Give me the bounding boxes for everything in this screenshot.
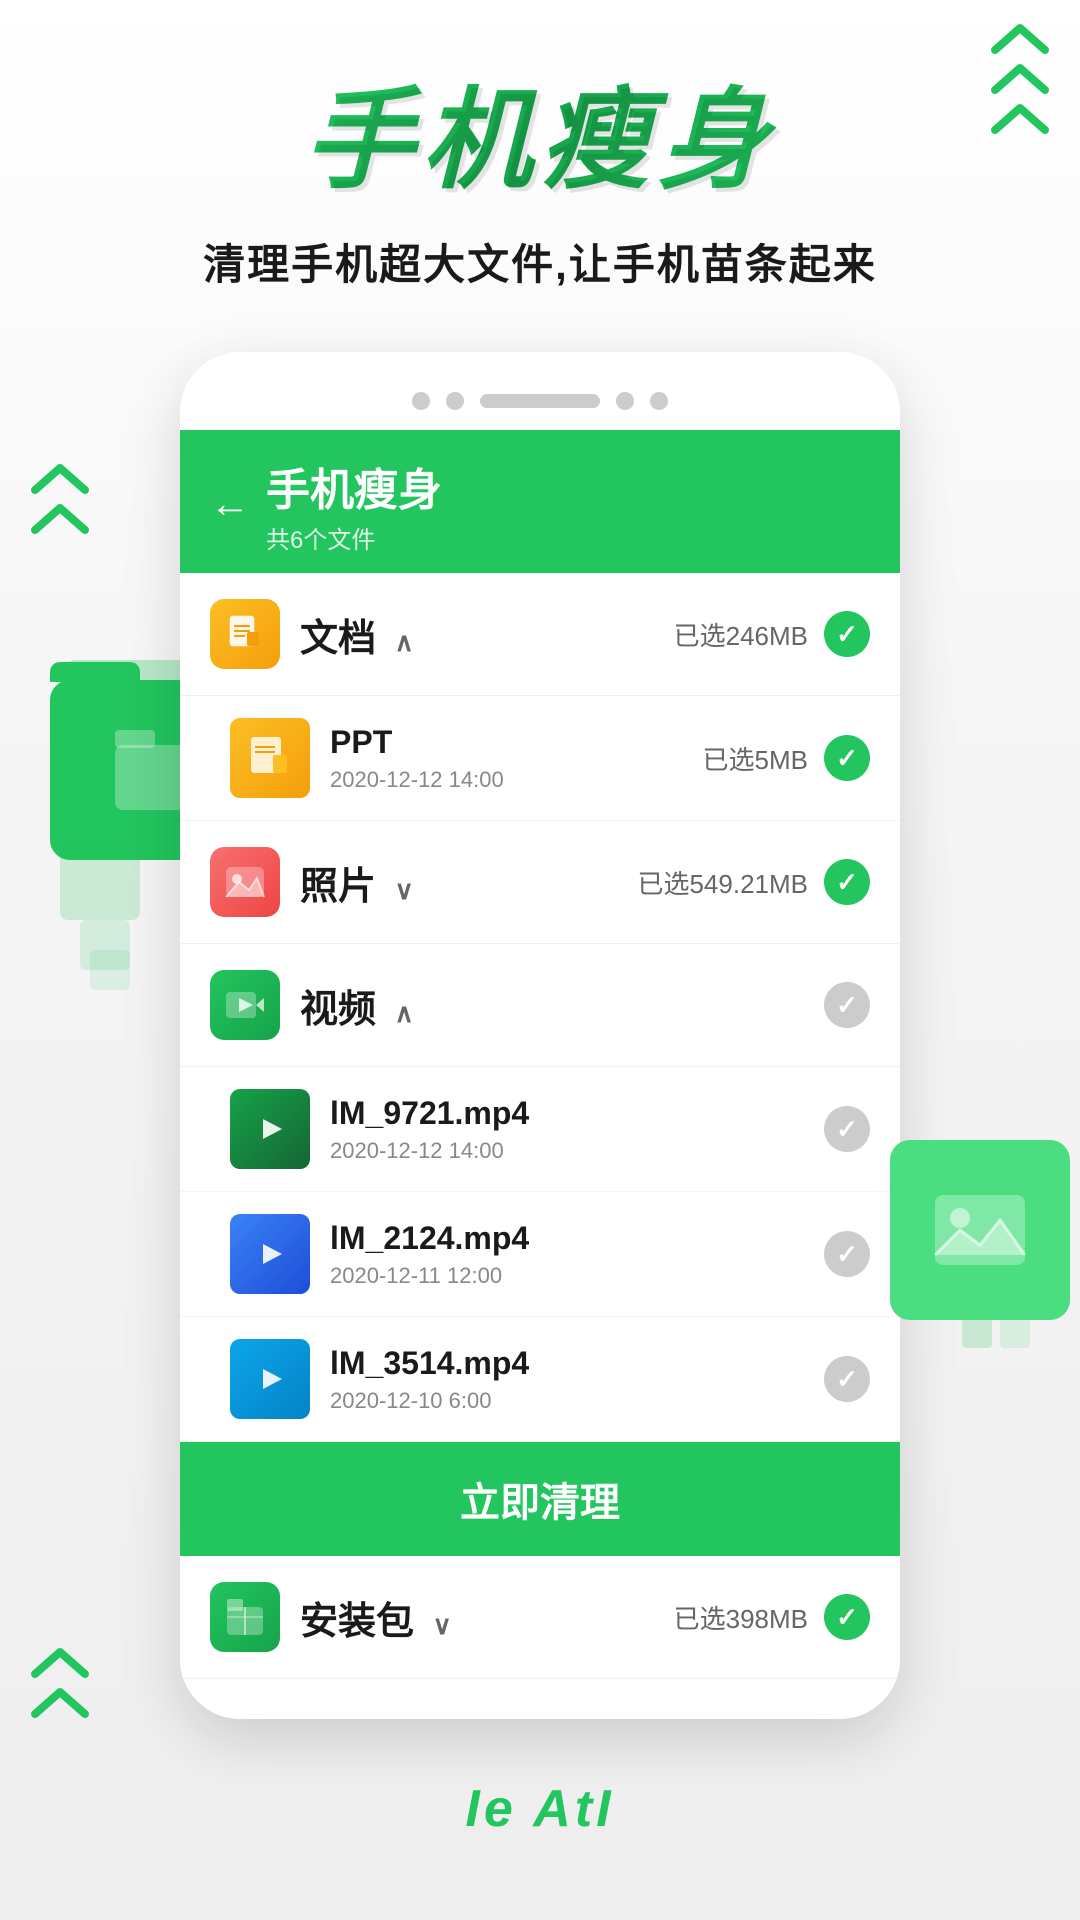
photos-size: 已选549.21MB [637,864,808,901]
deco-square-3 [90,950,130,990]
title-section: 手机瘦身 清理手机超大文件,让手机苗条起来 [0,0,1080,292]
docs-size: 已选246MB [674,616,808,653]
phone-dot-2 [446,392,464,410]
video3-name: lM_3514.mp4 [330,1345,824,1382]
clean-button[interactable]: 立即清理 [180,1442,900,1556]
category-photos[interactable]: 照片 ∨ 已选549.21MB ✓ [180,821,900,944]
phone-mockup: ← 手机瘦身 共6个文件 文档 ∧ 已选246 [180,352,900,1719]
phone-dot-1 [412,392,430,410]
ppt-date: 2020-12-12 14:00 [330,767,703,793]
file-video3[interactable]: lM_3514.mp4 2020-12-10 6:00 ✓ [180,1317,900,1442]
packages-category-name: 安装包 ∨ [300,1590,674,1645]
back-button[interactable]: ← [210,482,250,527]
deco-chevrons-left-bottom [30,1644,90,1720]
bottom-text-section: Ie AtI [0,1719,1080,1919]
packages-chevron: ∨ [433,1610,452,1640]
video1-date: 2020-12-12 14:00 [330,1138,824,1164]
ppt-name: PPT [330,724,703,761]
photos-check[interactable]: ✓ [824,859,870,905]
header-subtitle: 共6个文件 [266,520,442,555]
header-title: 手机瘦身 [266,454,442,518]
category-videos[interactable]: 视频 ∧ ✓ [180,944,900,1067]
category-packages[interactable]: 安装包 ∨ 已选398MB ✓ [180,1556,900,1679]
app-header: ← 手机瘦身 共6个文件 [180,430,900,573]
subtitle: 清理手机超大文件,让手机苗条起来 [0,231,1080,292]
ppt-info: PPT 2020-12-12 14:00 [330,724,703,793]
video2-name: lM_2124.mp4 [330,1220,824,1257]
main-title: 手机瘦身 [304,80,776,201]
deco-square-1 [60,840,140,920]
file-list: 文档 ∧ 已选246MB ✓ PPT 2020-12-12 14:00 [180,573,900,1679]
videos-chevron: ∧ [395,998,414,1028]
photos-chevron: ∨ [395,875,414,905]
docs-check[interactable]: ✓ [824,611,870,657]
file-ppt[interactable]: PPT 2020-12-12 14:00 已选5MB ✓ [180,696,900,821]
phone-dot-4 [650,392,668,410]
photo-category-icon [210,847,280,917]
category-docs[interactable]: 文档 ∧ 已选246MB ✓ [180,573,900,696]
bottom-text: Ie AtI [80,1779,1000,1839]
video-category-icon [210,970,280,1040]
packages-check[interactable]: ✓ [824,1594,870,1640]
phone-speaker [480,394,600,408]
file-video1[interactable]: lM_9721.mp4 2020-12-12 14:00 ✓ [180,1067,900,1192]
video1-info: lM_9721.mp4 2020-12-12 14:00 [330,1095,824,1164]
video1-thumb [230,1089,310,1169]
video2-check[interactable]: ✓ [824,1231,870,1277]
ppt-size: 已选5MB [703,740,808,777]
videos-category-name: 视频 ∧ [300,978,808,1033]
videos-check[interactable]: ✓ [824,982,870,1028]
deco-image [890,1140,1070,1320]
video1-name: lM_9721.mp4 [330,1095,824,1132]
docs-category-name: 文档 ∧ [300,607,674,662]
photos-category-name: 照片 ∨ [300,855,637,910]
package-category-icon [210,1582,280,1652]
video3-date: 2020-12-10 6:00 [330,1388,824,1414]
phone-top-bar [180,382,900,430]
phone-dot-3 [616,392,634,410]
video3-thumb [230,1339,310,1419]
video3-check[interactable]: ✓ [824,1356,870,1402]
ppt-thumb [230,718,310,798]
video2-thumb [230,1214,310,1294]
ppt-check[interactable]: ✓ [824,735,870,781]
deco-chevrons-left [30,460,90,536]
docs-chevron: ∧ [395,627,414,657]
doc-category-icon [210,599,280,669]
video2-info: lM_2124.mp4 2020-12-11 12:00 [330,1220,824,1289]
video3-info: lM_3514.mp4 2020-12-10 6:00 [330,1345,824,1414]
packages-size: 已选398MB [674,1599,808,1636]
video2-date: 2020-12-11 12:00 [330,1263,824,1289]
file-video2[interactable]: lM_2124.mp4 2020-12-11 12:00 ✓ [180,1192,900,1317]
video1-check[interactable]: ✓ [824,1106,870,1152]
